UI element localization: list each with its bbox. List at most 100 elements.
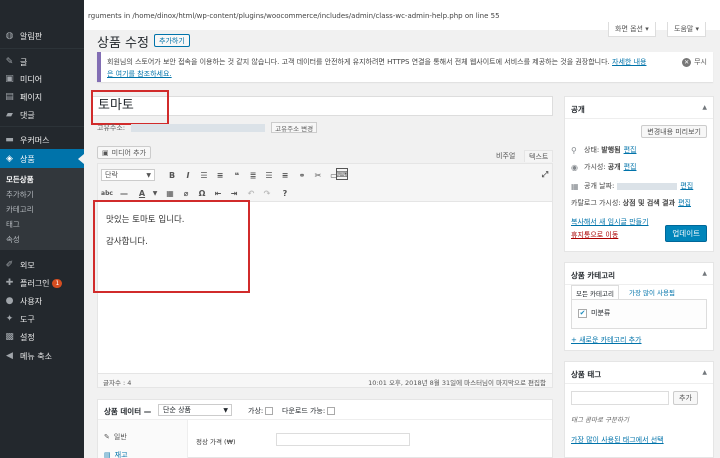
indent-icon[interactable]: ⇥: [228, 187, 240, 199]
bold-icon[interactable]: B: [166, 169, 178, 181]
calendar-icon: ▦: [571, 181, 579, 191]
media-icon: ▣: [102, 148, 109, 157]
published-date-row: ▦ 공개 날짜: 편집: [571, 181, 693, 191]
menu-dashboard[interactable]: ◍ 알림판: [0, 26, 84, 46]
notice-dismiss-button[interactable]: ✕ 무시: [682, 57, 707, 67]
product-data-tabs: ✎ 일반 ▤ 재고: [98, 420, 188, 458]
format-select[interactable]: 단락 ▼: [101, 169, 155, 181]
collapse-arrow-icon[interactable]: ▲: [702, 270, 707, 277]
numbered-list-icon[interactable]: ≡: [214, 169, 226, 181]
permalink-edit-button[interactable]: 고유주소 변경: [271, 122, 318, 133]
publish-box-header[interactable]: 공개 ▲: [565, 97, 713, 119]
special-character-icon[interactable]: Ω: [196, 187, 208, 199]
paste-text-icon[interactable]: ▦: [164, 187, 176, 199]
add-new-button[interactable]: 추가하기: [154, 34, 190, 47]
fullscreen-icon[interactable]: ⤢: [539, 169, 551, 181]
submenu-all-products[interactable]: 모든상품: [6, 174, 34, 185]
product-categories-box: 상품 카테고리 ▲ 모든 카테고리 가장 많이 사용됨 ✔ 미분류 + 새로운 카…: [564, 262, 714, 351]
tab-visual[interactable]: 비주얼: [492, 150, 519, 162]
most-used-tags-link[interactable]: 가장 많이 사용된 태그에서 선택: [571, 435, 664, 445]
undo-icon[interactable]: ↶: [245, 187, 257, 199]
bullet-list-icon[interactable]: ☰: [198, 169, 210, 181]
tab-text[interactable]: 텍스트: [524, 150, 554, 162]
tab-general[interactable]: ✎ 일반: [104, 432, 127, 442]
add-media-label: 미디어 추가: [111, 148, 147, 157]
update-count-badge: 1: [52, 278, 63, 288]
menu-pages[interactable]: ▤ 페이지: [0, 87, 84, 107]
menu-comments[interactable]: ▰ 댓글: [0, 105, 84, 125]
published-date-edit-link[interactable]: 편집: [680, 181, 693, 191]
categories-box-header[interactable]: 상품 카테고리 ▲: [565, 263, 713, 285]
menu-products[interactable]: ◈ 상품: [0, 149, 84, 169]
align-right-icon[interactable]: ≡: [279, 169, 291, 181]
tab-inventory[interactable]: ▤ 재고: [104, 450, 128, 458]
media-icon: ▣: [5, 74, 14, 84]
horizontal-line-icon[interactable]: —: [118, 187, 130, 199]
align-left-icon[interactable]: ≣: [247, 169, 259, 181]
blockquote-icon[interactable]: ❝: [231, 169, 243, 181]
visibility-edit-link[interactable]: 편집: [624, 162, 637, 172]
virtual-checkbox[interactable]: [265, 407, 274, 415]
chevron-down-icon[interactable]: ▼: [149, 187, 161, 199]
product-type-select[interactable]: 단순 상품 ▼: [158, 404, 232, 416]
screen-options-tab[interactable]: 화면 옵션 ▾: [608, 22, 656, 37]
menu-collapse[interactable]: ◀ 메뉴 축소: [0, 346, 84, 366]
wrench-icon: ✎: [104, 433, 110, 441]
submenu-attributes[interactable]: 속성: [6, 234, 20, 245]
clear-formatting-icon[interactable]: ⌀: [180, 187, 192, 199]
regular-price-input[interactable]: [276, 433, 410, 446]
downloadable-checkbox[interactable]: [327, 407, 336, 415]
add-category-link[interactable]: + 새로운 카테고리 추가: [571, 335, 642, 345]
status-edit-link[interactable]: 편집: [624, 145, 637, 155]
move-to-trash-link[interactable]: 휴지통으로 이동: [571, 230, 618, 240]
add-media-button[interactable]: ▣ 미디어 추가: [97, 146, 152, 159]
menu-label: 페이지: [20, 92, 43, 102]
menu-appearance[interactable]: ✐ 외모: [0, 255, 84, 275]
outdent-icon[interactable]: ⇤: [212, 187, 224, 199]
collapse-arrow-icon[interactable]: ▲: [702, 104, 707, 111]
update-button[interactable]: 업데이트: [665, 225, 707, 242]
tool-icon: ✦: [5, 314, 14, 324]
align-center-icon[interactable]: ☰: [263, 169, 275, 181]
product-data-header: 상품 데이터 — 단순 상품 ▼ 가상: 다운로드 가능:: [98, 400, 552, 420]
last-edited-info: 10:01 오후, 2018년 8월 31일에 마스터님이 마지막으로 편집함: [368, 379, 546, 387]
product-type-value: 단순 상품: [163, 406, 191, 414]
submenu-tags[interactable]: 태그: [6, 219, 20, 230]
link-icon[interactable]: ⚭: [296, 169, 308, 181]
menu-plugins[interactable]: ✚ 플러그인 1: [0, 273, 84, 293]
text-color-icon[interactable]: A: [136, 187, 148, 199]
menu-users[interactable]: ● 사용자: [0, 291, 84, 311]
category-item[interactable]: ✔ 미분류: [578, 308, 610, 318]
virtual-checkbox-row[interactable]: 가상:: [248, 406, 274, 416]
collapse-arrow-icon[interactable]: ▲: [702, 369, 707, 376]
unlink-icon[interactable]: ✂: [312, 169, 324, 181]
checkbox-checked-icon[interactable]: ✔: [578, 308, 587, 318]
menu-settings[interactable]: ▩ 설정: [0, 327, 84, 347]
help-icon[interactable]: ?: [279, 187, 291, 199]
menu-media[interactable]: ▣ 미디어: [0, 69, 84, 89]
toolbar-toggle-icon[interactable]: ⌨: [336, 168, 348, 180]
menu-label: 글: [20, 57, 28, 67]
menu-tools[interactable]: ✦ 도구: [0, 309, 84, 329]
products-submenu: 모든상품 추가하기 카테고리 태그 속성: [0, 168, 84, 250]
strikethrough-icon[interactable]: abc: [101, 187, 113, 199]
status-label: 상태:: [584, 146, 600, 154]
submenu-add-new[interactable]: 추가하기: [6, 189, 34, 200]
category-checklist: ✔ 미분류: [571, 299, 707, 329]
preview-changes-button[interactable]: 변경내용 미리보기: [641, 125, 707, 138]
tags-box-header[interactable]: 상품 태그 ▲: [565, 362, 713, 384]
downloadable-checkbox-row[interactable]: 다운로드 가능:: [282, 406, 336, 416]
submenu-categories[interactable]: 카테고리: [6, 204, 34, 215]
catalog-visibility-edit-link[interactable]: 편집: [678, 198, 691, 208]
italic-icon[interactable]: I: [182, 169, 194, 181]
tag-input[interactable]: [571, 391, 669, 405]
redo-icon[interactable]: ↷: [261, 187, 273, 199]
permalink-url-redacted[interactable]: [131, 123, 266, 132]
tab-most-used-categories[interactable]: 가장 많이 사용됨: [625, 285, 679, 299]
copy-to-draft-link[interactable]: 복사해서 새 임시글 만들기: [571, 217, 649, 227]
help-tab[interactable]: 도움말 ▾: [667, 22, 707, 37]
highlight-box-title: [91, 90, 169, 125]
tab-all-categories[interactable]: 모든 카테고리: [571, 285, 619, 299]
add-tag-button[interactable]: 추가: [673, 391, 698, 405]
menu-woocommerce[interactable]: ▬ 우커머스: [0, 130, 84, 150]
